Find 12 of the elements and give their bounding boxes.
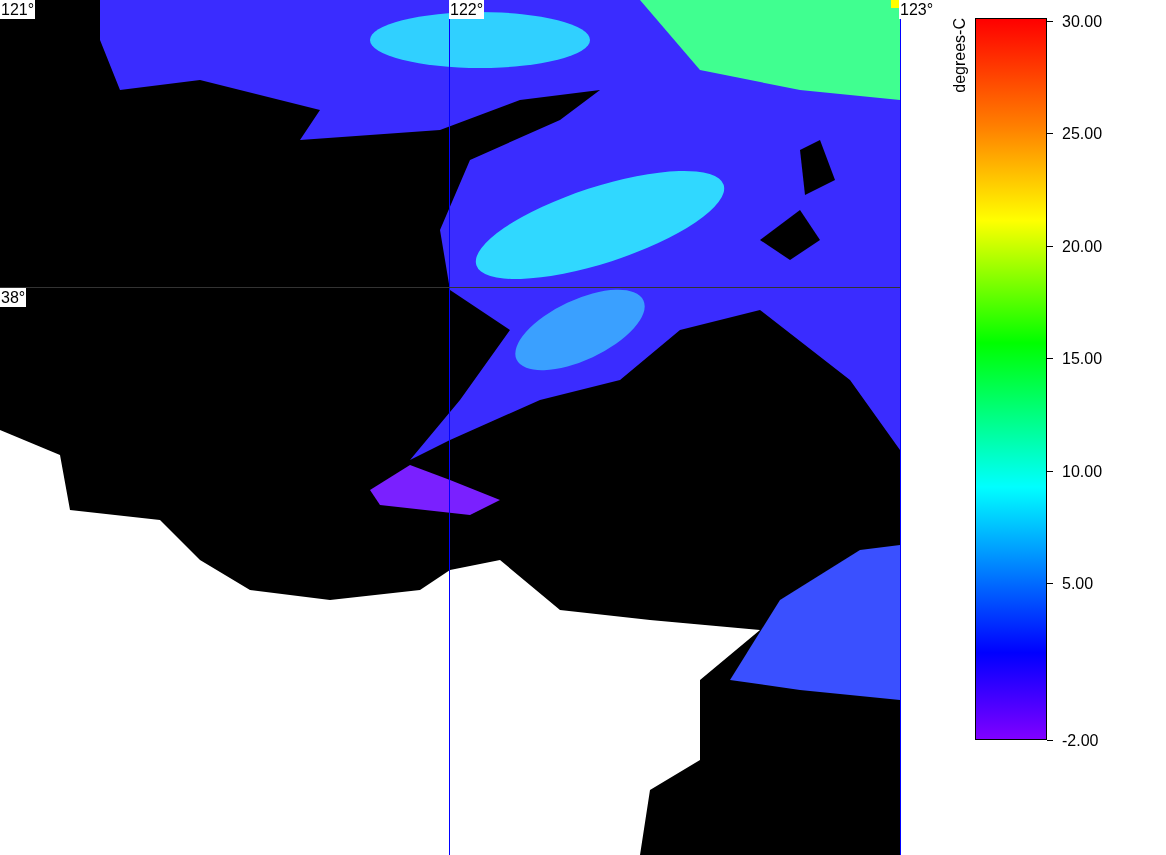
- colorbar-tick-label: 20.00: [1062, 237, 1103, 256]
- colorbar-tick-label: -2.00: [1062, 731, 1099, 750]
- colorbar-tick-label: 5.00: [1062, 574, 1094, 593]
- longitude-label: 122°: [449, 0, 485, 19]
- longitude-label: 123°: [899, 0, 935, 19]
- colorbar-tick-label: 10.00: [1062, 462, 1103, 481]
- colorbar-tick-label: 15.00: [1062, 349, 1103, 368]
- colorbar-tick-label: 30.00: [1062, 12, 1103, 31]
- colorbar-tick-label: 25.00: [1062, 124, 1103, 143]
- latitude-label: 38°: [0, 288, 27, 307]
- colorbar-title: degrees-C: [949, 18, 969, 93]
- longitude-label: 121°: [0, 0, 36, 19]
